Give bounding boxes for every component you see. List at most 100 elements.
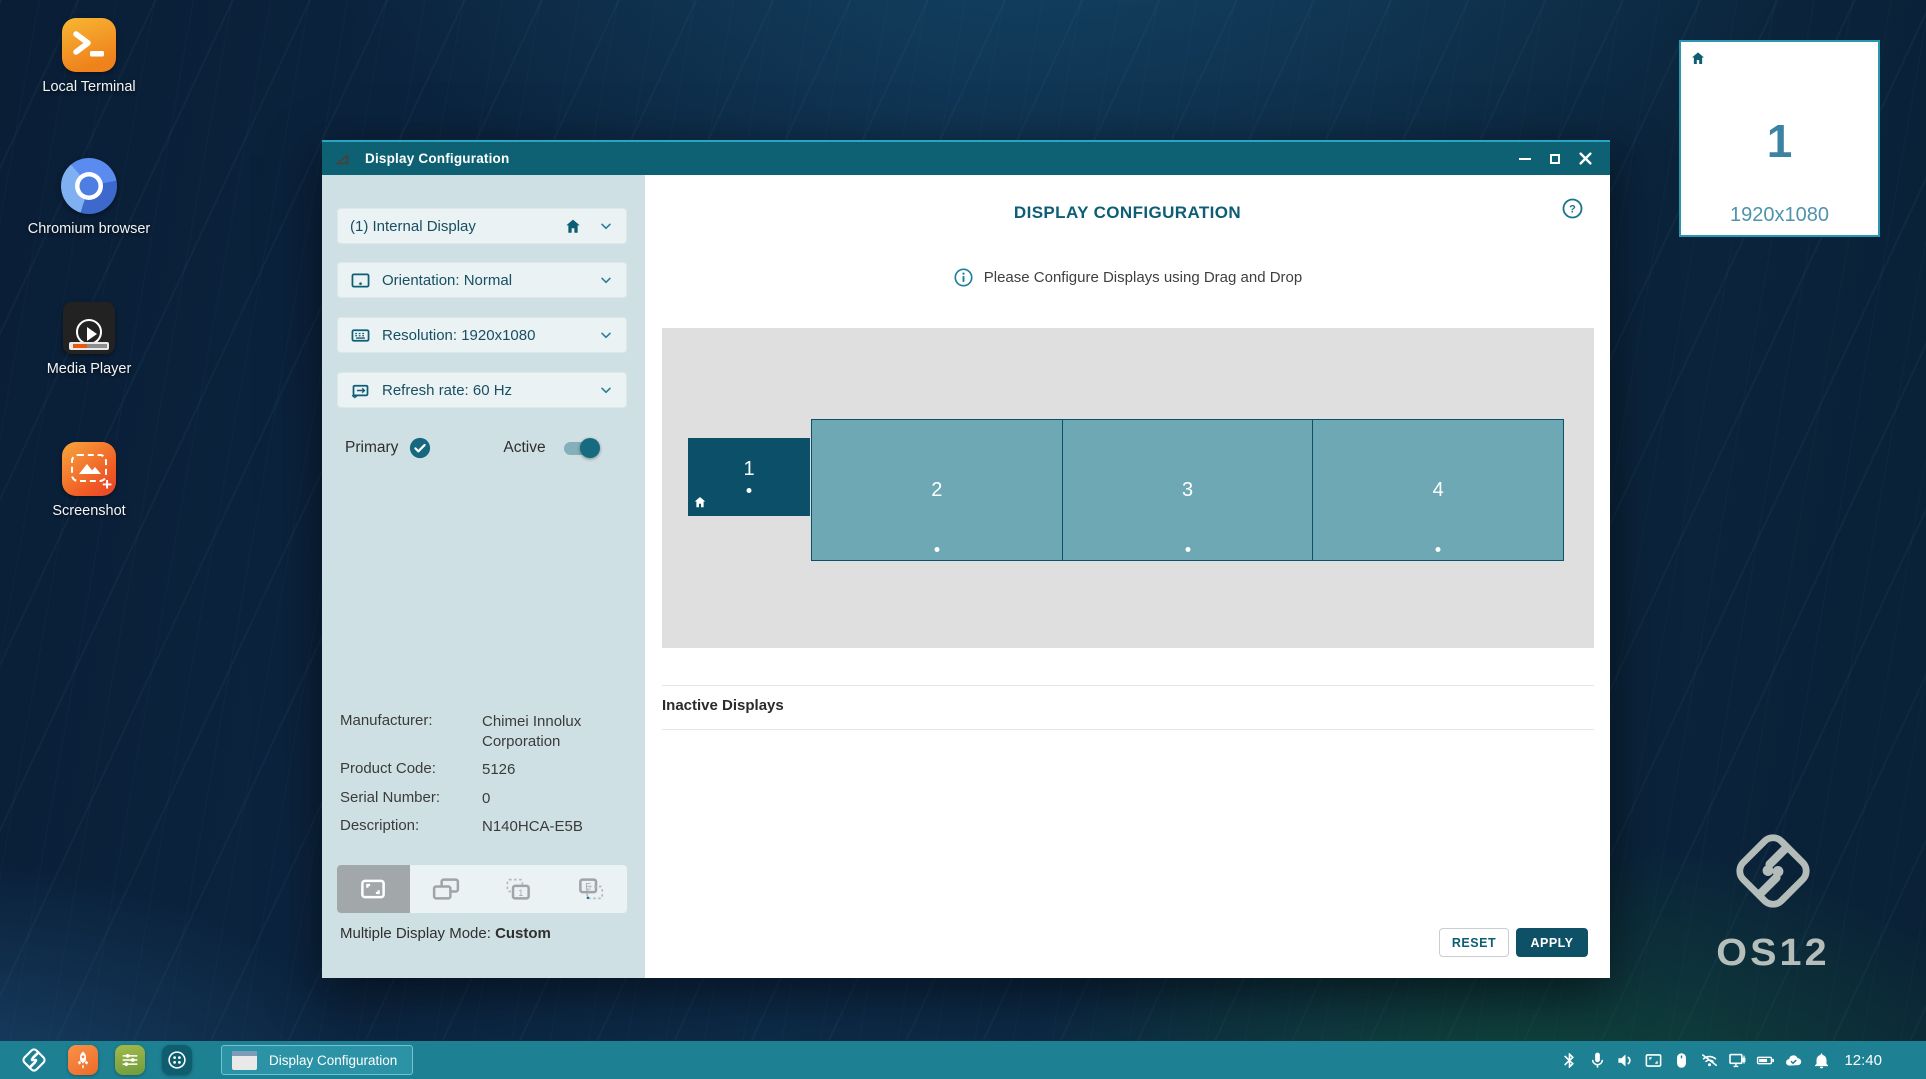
cloud-sync-icon[interactable] <box>1784 1051 1803 1070</box>
display-number: 3 <box>1063 479 1313 502</box>
display-connect-icon[interactable] <box>1728 1051 1747 1070</box>
app-grid-icon <box>166 1049 188 1071</box>
screen-icon[interactable] <box>1644 1051 1663 1070</box>
display-number: 4 <box>1313 479 1563 502</box>
refresh-rate-icon <box>350 380 371 401</box>
close-icon <box>1579 152 1592 165</box>
home-icon <box>1690 50 1706 66</box>
home-icon <box>693 495 707 509</box>
display-box-row: 2 3 4 <box>811 419 1564 561</box>
help-icon[interactable]: ? <box>1561 197 1584 220</box>
single-display-mode-button[interactable]: 1 <box>482 865 555 913</box>
page-title: DISPLAY CONFIGURATION <box>645 203 1610 223</box>
volume-icon[interactable] <box>1616 1051 1635 1070</box>
clock[interactable]: 12:40 <box>1844 1052 1882 1069</box>
orientation-value: Orientation: Normal <box>382 272 598 289</box>
maximize-button[interactable] <box>1540 146 1570 172</box>
desktop: Local Terminal Chromium browser Media Pl… <box>0 0 1926 1079</box>
info-label: Manufacturer: <box>340 712 482 752</box>
custom-mode-icon <box>358 874 388 904</box>
display-dot <box>934 547 939 552</box>
display-box-2[interactable]: 2 <box>812 420 1063 560</box>
settings-app-button[interactable] <box>115 1045 145 1075</box>
microphone-icon[interactable] <box>1588 1051 1607 1070</box>
os-watermark: OS12 <box>1700 820 1846 975</box>
display-box-4[interactable]: 4 <box>1313 420 1563 560</box>
clone-mode-button[interactable] <box>410 865 483 913</box>
active-toggle[interactable] <box>562 438 600 458</box>
close-button[interactable] <box>1570 146 1600 172</box>
mouse-icon[interactable] <box>1672 1051 1691 1070</box>
chevron-down-icon <box>598 382 614 398</box>
chevron-down-icon <box>598 327 614 343</box>
display-number: 1 <box>688 458 810 481</box>
sliders-icon <box>119 1049 141 1071</box>
settings-sidebar: (1) Internal Display Orientation: Normal… <box>322 175 645 978</box>
info-value: 5126 <box>482 760 630 780</box>
desktop-icon-local-terminal[interactable]: Local Terminal <box>25 18 153 95</box>
mode-label: Multiple Display Mode: <box>340 925 495 942</box>
info-icon <box>953 267 974 288</box>
divider <box>662 685 1594 686</box>
os-logo-icon <box>1725 820 1821 922</box>
clone-mode-icon <box>431 874 461 904</box>
display-mode-segmented-control: 1 E <box>337 865 627 913</box>
chromium-icon <box>61 158 117 214</box>
desktop-icon-label: Screenshot <box>25 503 153 519</box>
desktop-icon-chromium[interactable]: Chromium browser <box>25 158 153 237</box>
home-icon <box>564 217 582 235</box>
display-select-value: (1) Internal Display <box>350 218 564 235</box>
custom-mode-button[interactable] <box>337 865 410 913</box>
mode-value: Custom <box>495 925 551 942</box>
single-display-icon: 1 <box>503 874 533 904</box>
orientation-dropdown[interactable]: Orientation: Normal <box>337 262 627 298</box>
terminal-icon <box>62 18 116 72</box>
refresh-rate-dropdown[interactable]: Refresh rate: 60 Hz <box>337 372 627 408</box>
app-grid-button[interactable] <box>162 1045 192 1075</box>
window-titlebar[interactable]: Display Configuration <box>322 142 1610 175</box>
resolution-icon <box>350 325 371 346</box>
resolution-dropdown[interactable]: Resolution: 1920x1080 <box>337 317 627 353</box>
desktop-icon-screenshot[interactable]: + Screenshot <box>25 442 153 519</box>
apply-button[interactable]: APPLY <box>1516 928 1588 957</box>
info-label: Serial Number: <box>340 789 482 809</box>
divider <box>662 729 1594 730</box>
desktop-icon-media-player[interactable]: Media Player <box>25 302 153 377</box>
os-menu-button[interactable] <box>17 1043 51 1077</box>
wifi-off-icon[interactable] <box>1700 1051 1719 1070</box>
task-button-display-configuration[interactable]: Display Configuration <box>221 1045 413 1075</box>
display-select-dropdown[interactable]: (1) Internal Display <box>337 208 627 244</box>
taskbar: Display Configuration 12:40 <box>0 1041 1926 1079</box>
info-label: Description: <box>340 817 482 837</box>
chevron-down-icon <box>598 272 614 288</box>
window-app-icon <box>334 150 352 168</box>
window-title: Display Configuration <box>365 151 1510 166</box>
reset-button[interactable]: RESET <box>1439 928 1509 957</box>
bluetooth-icon[interactable] <box>1560 1051 1579 1070</box>
info-row-description: Description: N140HCA-E5B <box>340 817 630 837</box>
display-dot <box>747 488 752 493</box>
display-configuration-window: Display Configuration (1) Internal Displ… <box>322 140 1610 978</box>
display-indicator-widget: 1 1920x1080 <box>1679 40 1880 237</box>
screenshot-icon: + <box>62 442 116 496</box>
primary-checked-icon[interactable] <box>409 437 431 459</box>
display-config-main: DISPLAY CONFIGURATION ? Please Configure… <box>645 175 1610 978</box>
desktop-icon-label: Media Player <box>25 361 153 377</box>
notifications-icon[interactable] <box>1812 1051 1831 1070</box>
info-label: Product Code: <box>340 760 482 780</box>
extend-mode-button[interactable]: E <box>555 865 628 913</box>
info-value: 0 <box>482 789 630 809</box>
minimize-button[interactable] <box>1510 146 1540 172</box>
drag-drop-hint: Please Configure Displays using Drag and… <box>645 267 1610 288</box>
display-box-3[interactable]: 3 <box>1063 420 1314 560</box>
desktop-icon-label: Chromium browser <box>25 221 153 237</box>
primary-label: Primary <box>345 439 398 457</box>
display-box-1[interactable]: 1 <box>688 438 810 516</box>
battery-icon[interactable] <box>1756 1051 1775 1070</box>
rocket-app-button[interactable] <box>68 1045 98 1075</box>
info-value: N140HCA-E5B <box>482 817 630 837</box>
chevron-down-icon <box>598 218 614 234</box>
display-number: 2 <box>812 479 1062 502</box>
display-arrangement-canvas[interactable]: 1 2 3 4 <box>662 328 1594 648</box>
display-dot <box>1436 547 1441 552</box>
